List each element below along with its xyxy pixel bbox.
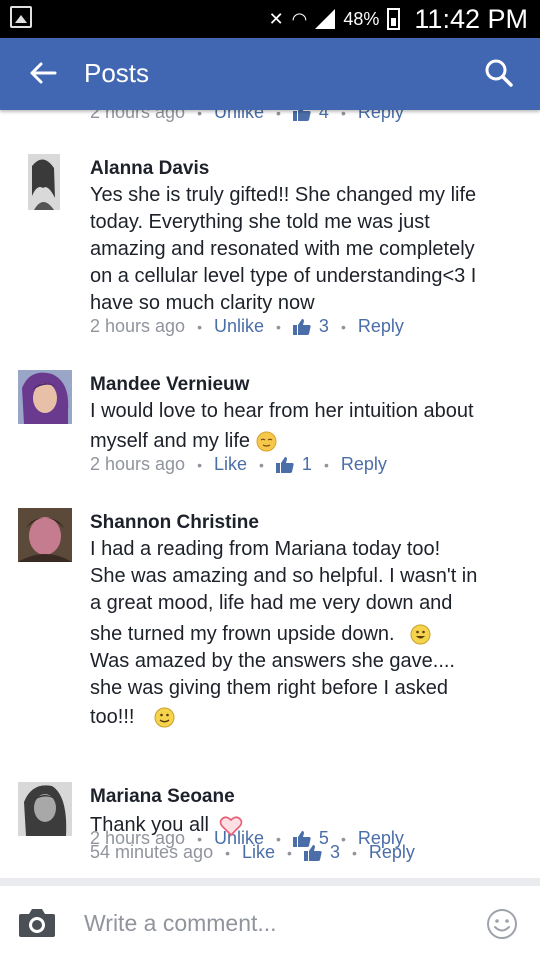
comment-time: 2 hours ago [90, 454, 186, 474]
unlike-link[interactable]: Unlike [214, 316, 264, 337]
comment-meta: 2 hours ago • Unlike • 4 • Reply [90, 110, 404, 123]
comment-text: Yes she is truly gifted!! She changed my… [90, 184, 477, 314]
divider [0, 878, 540, 886]
relieved-face-icon [256, 431, 277, 452]
commenter-name[interactable]: Mandee Vernieuw [90, 374, 249, 396]
reply-link[interactable]: Reply [358, 316, 404, 337]
commenter-name[interactable]: Mariana Seoane [90, 786, 235, 808]
app-header: Posts [0, 38, 540, 110]
comment-input[interactable]: Write a comment... [84, 910, 277, 937]
gallery-icon [10, 6, 32, 28]
like-count: 1 [301, 454, 312, 474]
wifi-icon: ◠ [291, 8, 308, 29]
reply-link[interactable]: Reply [341, 454, 387, 475]
like-link[interactable]: Like [214, 454, 247, 475]
heart-icon [219, 816, 242, 836]
vibrate-icon: ✕ [268, 8, 284, 29]
status-bar: ✕ ◠ 48% 11:42 PM [0, 0, 540, 38]
like-link[interactable]: Like [242, 842, 275, 863]
avatar[interactable] [18, 370, 72, 424]
thumbs-up-icon [275, 456, 294, 473]
smiley-face-icon [410, 624, 431, 645]
avatar[interactable] [18, 782, 72, 836]
clock: 11:42 PM [414, 3, 528, 34]
reply-link[interactable]: Reply [369, 842, 415, 863]
comment-text: I had a reading from Mariana today too! … [90, 538, 478, 728]
thumbs-up-icon [292, 318, 311, 335]
commenter-name[interactable]: Shannon Christine [90, 512, 259, 534]
avatar[interactable] [28, 154, 60, 210]
camera-icon[interactable] [18, 906, 56, 938]
like-count: 4 [318, 110, 329, 122]
comment-composer: Write a comment... [0, 886, 540, 960]
smiley-face-icon [154, 707, 175, 728]
comment-meta: 2 hours ago • Like • 1 • Reply [90, 454, 387, 475]
thumbs-up-icon [292, 110, 311, 121]
comment-text: Thank you all [90, 812, 510, 839]
battery-icon [387, 8, 401, 30]
comment-text: I would love to hear from her intuition … [90, 400, 474, 452]
search-icon[interactable] [484, 58, 514, 88]
comment-time: 2 hours ago [90, 316, 186, 336]
back-arrow-icon[interactable] [28, 58, 58, 88]
comment-time: 54 minutes ago [90, 842, 214, 862]
reply-link[interactable]: Reply [358, 110, 404, 123]
thumbs-up-icon [303, 844, 322, 861]
like-count: 3 [318, 316, 329, 336]
avatar[interactable] [18, 508, 72, 562]
commenter-name[interactable]: Alanna Davis [90, 158, 209, 180]
comment-meta: 54 minutes ago • Like • 3 • Reply [90, 842, 415, 863]
like-count: 3 [329, 842, 340, 862]
comment-meta: 2 hours ago • Unlike • 3 • Reply [90, 316, 404, 337]
comment-time: 2 hours ago [90, 110, 186, 122]
comments-list: 2 hours ago • Unlike • 4 • Reply Alanna … [0, 110, 540, 878]
unlike-link[interactable]: Unlike [214, 110, 264, 123]
smiley-icon[interactable] [486, 908, 518, 940]
signal-icon [315, 9, 336, 29]
battery-percent: 48% [343, 8, 380, 29]
page-title: Posts [84, 58, 150, 88]
